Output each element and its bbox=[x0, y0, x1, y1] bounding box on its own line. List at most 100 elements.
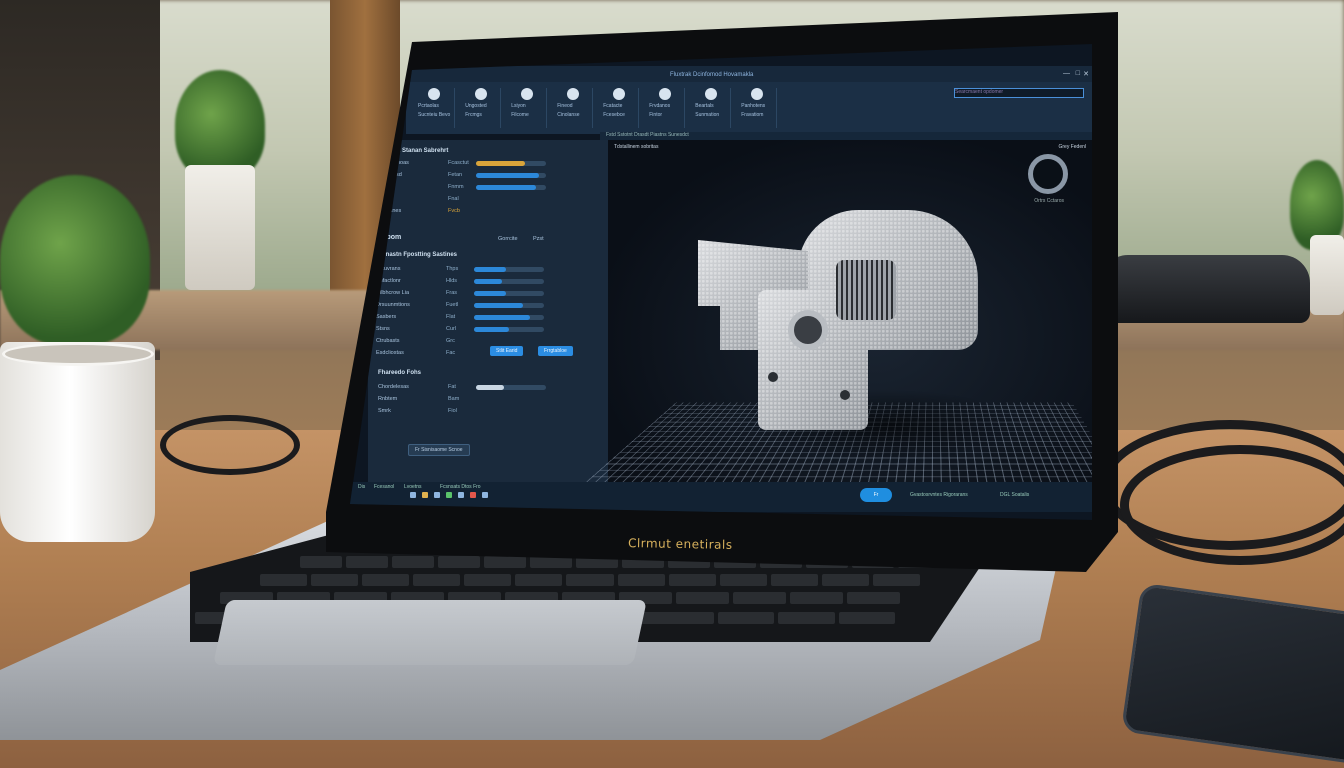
setting-label: Drsuunmtions bbox=[376, 302, 440, 308]
primary-button[interactable]: Stlit Earid bbox=[490, 346, 523, 356]
slider[interactable] bbox=[474, 291, 544, 296]
setting-row[interactable]: Ctrubasts Grc bbox=[376, 338, 468, 344]
search-input[interactable]: Searcmaent opdomer bbox=[954, 88, 1084, 98]
setting-value: Curl bbox=[446, 326, 468, 332]
status-pill[interactable]: Fr bbox=[860, 488, 892, 502]
setting-row[interactable]: Sasbers Flat bbox=[376, 314, 544, 320]
setting-label: Chordelesas bbox=[378, 384, 442, 390]
ribbon-group[interactable]: Frvdanos Fintor bbox=[645, 88, 685, 128]
status-item[interactable]: Fcesanol bbox=[374, 484, 394, 490]
setting-value: Fetan bbox=[448, 172, 470, 178]
setting-row[interactable]: Stcnarl Fnmm bbox=[378, 184, 546, 190]
setting-row[interactable]: Fatuvrans Thps bbox=[376, 266, 544, 272]
setting-row[interactable]: Esdcliostas Fac bbox=[376, 350, 468, 356]
ribbon-group[interactable]: Beartals Sunmation bbox=[691, 88, 731, 128]
app-icon[interactable] bbox=[482, 492, 488, 498]
3d-viewport[interactable]: Tdstallinem sobritas Grey Fedenl Ortrs C… bbox=[608, 140, 1092, 500]
setting-value: Grc bbox=[446, 338, 468, 344]
gear-icon bbox=[567, 88, 579, 100]
minimize-icon[interactable]: — bbox=[1063, 70, 1070, 77]
coffee-mug bbox=[0, 342, 155, 542]
setting-value: Fnmm bbox=[448, 184, 470, 190]
slider[interactable] bbox=[474, 267, 544, 272]
setting-value: Fras bbox=[446, 290, 468, 296]
maximize-icon[interactable]: □ bbox=[1076, 70, 1080, 77]
close-icon[interactable]: ✕ bbox=[1083, 70, 1089, 78]
move-icon bbox=[659, 88, 671, 100]
setting-label: Anfactlonr bbox=[376, 278, 440, 284]
setting-value: Fat bbox=[448, 384, 470, 390]
slider[interactable] bbox=[476, 385, 546, 390]
setting-label: Hilbhcrow Lia bbox=[376, 290, 440, 296]
folder-icon[interactable] bbox=[422, 492, 428, 498]
app-icon[interactable] bbox=[458, 492, 464, 498]
setting-row[interactable]: Grod Bmoas Fcasctut bbox=[378, 160, 546, 166]
ribbon-group[interactable]: Fineod Cinolanse bbox=[553, 88, 593, 128]
setting-row[interactable]: Anfactlonr Hlds bbox=[376, 278, 544, 284]
column-label: Gorrcite bbox=[498, 236, 518, 242]
setting-row[interactable]: Fl Dorasd Fetan bbox=[378, 172, 546, 178]
setting-row[interactable]: Rnbtem Bam bbox=[378, 396, 470, 402]
ribbon-group[interactable]: Pcrtaolas Sucnteiu Bevo bbox=[414, 88, 455, 128]
ribbon-label: Pcrtaolas bbox=[418, 103, 450, 109]
slider[interactable] bbox=[474, 279, 544, 284]
slider[interactable] bbox=[474, 303, 544, 308]
setting-row[interactable]: Chordelesas Fat bbox=[378, 384, 546, 390]
setting-label: Esdcliostas bbox=[376, 350, 440, 356]
orientation-gizmo[interactable] bbox=[1028, 154, 1068, 194]
ribbon-sublabel: Cinolanse bbox=[557, 112, 588, 118]
background-plant bbox=[175, 70, 265, 180]
slider-fill bbox=[474, 315, 530, 320]
app-icon[interactable] bbox=[410, 492, 416, 498]
setting-value: Fuetl bbox=[446, 302, 468, 308]
laptop-screen: Fluxtrak Dcinfomod Hovamakla — □ ✕ Pcrta… bbox=[350, 44, 1092, 542]
setting-label: Ctrubasts bbox=[376, 338, 440, 344]
setting-row[interactable]: Hilbhcrow Lia Fras bbox=[376, 290, 544, 296]
slider-fill bbox=[474, 291, 506, 296]
ribbon-group[interactable]: Lsiyon Filcome bbox=[507, 88, 547, 128]
tool-icon bbox=[428, 88, 440, 100]
setting-value: Fiol bbox=[448, 408, 470, 414]
setting-label: Sasbers bbox=[376, 314, 440, 320]
slider[interactable] bbox=[474, 327, 544, 332]
status-item[interactable]: Lvoetns bbox=[404, 484, 422, 490]
ribbon-label: Panhotens bbox=[741, 103, 772, 109]
slider-fill bbox=[474, 303, 523, 308]
status-item[interactable]: Dis bbox=[358, 484, 365, 490]
app-icon[interactable] bbox=[434, 492, 440, 498]
settings-panel: Ssnoriit Stanan Sabrehrt Grod Bmoas Fcas… bbox=[368, 140, 608, 500]
setting-row[interactable]: Drsuunmtions Fuetl bbox=[376, 302, 544, 308]
status-text: Gvastosrvntes Rigorarans bbox=[910, 492, 968, 498]
slider[interactable] bbox=[476, 185, 546, 190]
ribbon-group[interactable]: Panhotens Fravatiom bbox=[737, 88, 777, 128]
section-title: Fhareedo Fohs bbox=[378, 370, 421, 376]
bottom-button[interactable]: Fr Sisnisaome Scnoe bbox=[408, 444, 470, 456]
setting-value: Thps bbox=[446, 266, 468, 272]
slider[interactable] bbox=[476, 161, 546, 166]
setting-value: Fac bbox=[446, 350, 468, 356]
setting-row[interactable]: Smrk Fiol bbox=[378, 408, 470, 414]
ribbon-group[interactable]: Fcatacte Fcesebce bbox=[599, 88, 639, 128]
secondary-button[interactable]: Frrgtabloe bbox=[538, 346, 573, 356]
slider[interactable] bbox=[474, 315, 544, 320]
ribbon-label: Beartals bbox=[695, 103, 726, 109]
window-title: Fluxtrak Dcinfomod Hovamakla bbox=[670, 72, 753, 78]
app-icon[interactable] bbox=[446, 492, 452, 498]
ribbon-sublabel: Fintor bbox=[649, 112, 680, 118]
droplet-icon bbox=[521, 88, 533, 100]
foreground-plant bbox=[0, 175, 150, 345]
setting-row[interactable]: Stsns Curl bbox=[376, 326, 544, 332]
setting-value: Fcasctut bbox=[448, 160, 470, 166]
ribbon-label: Fineod bbox=[557, 103, 588, 109]
setting-value: Hlds bbox=[446, 278, 468, 284]
ribbon-sublabel: Sunmation bbox=[695, 112, 726, 118]
setting-label: Fatuvrans bbox=[376, 266, 440, 272]
app-icon[interactable] bbox=[470, 492, 476, 498]
chef-hat-icon bbox=[751, 88, 763, 100]
ribbon-sublabel: Sucnteiu Bevo bbox=[418, 112, 450, 118]
view-mode-label[interactable]: Grey Fedenl bbox=[1058, 144, 1086, 150]
ribbon-group[interactable]: Ungosted Frcmgs bbox=[461, 88, 501, 128]
status-item[interactable]: Fcsnsats Dtos Fro bbox=[440, 484, 481, 490]
threaded-shaft bbox=[836, 260, 896, 320]
slider[interactable] bbox=[476, 173, 546, 178]
